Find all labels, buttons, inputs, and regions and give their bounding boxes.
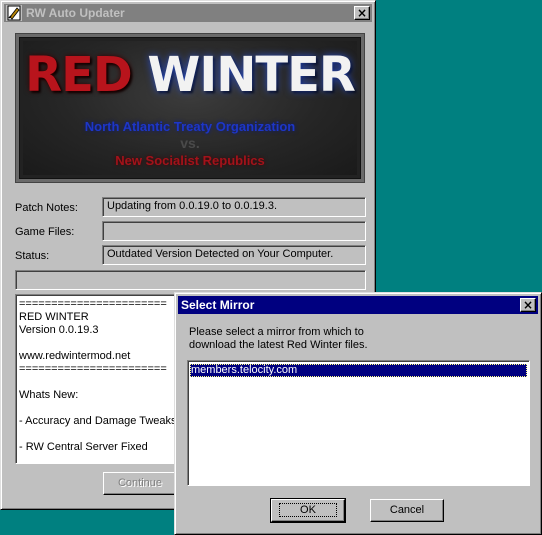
updater-title-bar[interactable]: RW Auto Updater × — [4, 4, 372, 22]
patch-notes-label: Patch Notes: — [15, 202, 78, 214]
notes-line: Whats New: — [19, 389, 79, 401]
release-notes-box[interactable]: ======================= RED WINTER Versi… — [15, 294, 195, 464]
ok-button[interactable]: OK — [270, 498, 346, 523]
notes-line: - Accuracy and Damage Tweaks — [19, 415, 177, 427]
game-files-label: Game Files: — [15, 226, 75, 238]
notes-line: www.redwintermod.net — [19, 350, 131, 362]
updater-close-button[interactable]: × — [354, 6, 370, 20]
ok-button-label: OK — [279, 503, 337, 517]
banner-faction-nato: North Atlantic Treaty Organization — [84, 119, 296, 134]
banner-word-red: RED — [25, 47, 133, 103]
dialog-message-line: Please select a mirror from which to — [189, 326, 364, 338]
continue-button[interactable]: Continue — [103, 472, 177, 495]
dialog-message: Please select a mirror from which to dow… — [189, 326, 489, 352]
close-icon: × — [522, 298, 534, 312]
updater-title: RW Auto Updater — [26, 6, 125, 20]
patch-notes-field: Updating from 0.0.19.0 to 0.0.19.3. — [102, 197, 366, 217]
notes-line: RED WINTER — [19, 311, 89, 323]
select-mirror-dialog: Select Mirror × Please select a mirror f… — [174, 292, 542, 535]
banner-word-winter: WINTER — [147, 47, 355, 103]
app-icon — [6, 5, 22, 21]
banner-logo-text: RED WINTER — [23, 47, 357, 103]
dialog-title-bar[interactable]: Select Mirror × — [178, 296, 538, 314]
dialog-title: Select Mirror — [181, 298, 255, 312]
red-winter-banner: RED WINTER North Atlantic Treaty Organiz… — [16, 34, 364, 182]
status-field: Outdated Version Detected on Your Comput… — [102, 245, 366, 265]
notes-line: ======================= — [19, 363, 167, 375]
status-label: Status: — [15, 250, 50, 262]
mirror-list-item[interactable]: members.telocity.com — [190, 364, 527, 377]
download-progress-bar — [15, 270, 366, 290]
cancel-button[interactable]: Cancel — [370, 499, 444, 522]
notes-line: Version 0.0.19.3 — [19, 324, 99, 336]
banner-vs: vs. — [180, 135, 200, 151]
banner-faction-nsr: New Socialist Republics — [115, 153, 265, 168]
notes-line: ======================= — [19, 298, 167, 310]
banner-background: RED WINTER North Atlantic Treaty Organiz… — [23, 41, 357, 175]
notes-line: - RW Central Server Fixed — [19, 441, 148, 453]
dialog-message-line: download the latest Red Winter files. — [189, 339, 368, 351]
game-files-field — [102, 221, 366, 241]
dialog-close-button[interactable]: × — [520, 298, 536, 312]
close-icon: × — [356, 6, 368, 20]
mirror-list[interactable]: members.telocity.com — [187, 360, 530, 486]
